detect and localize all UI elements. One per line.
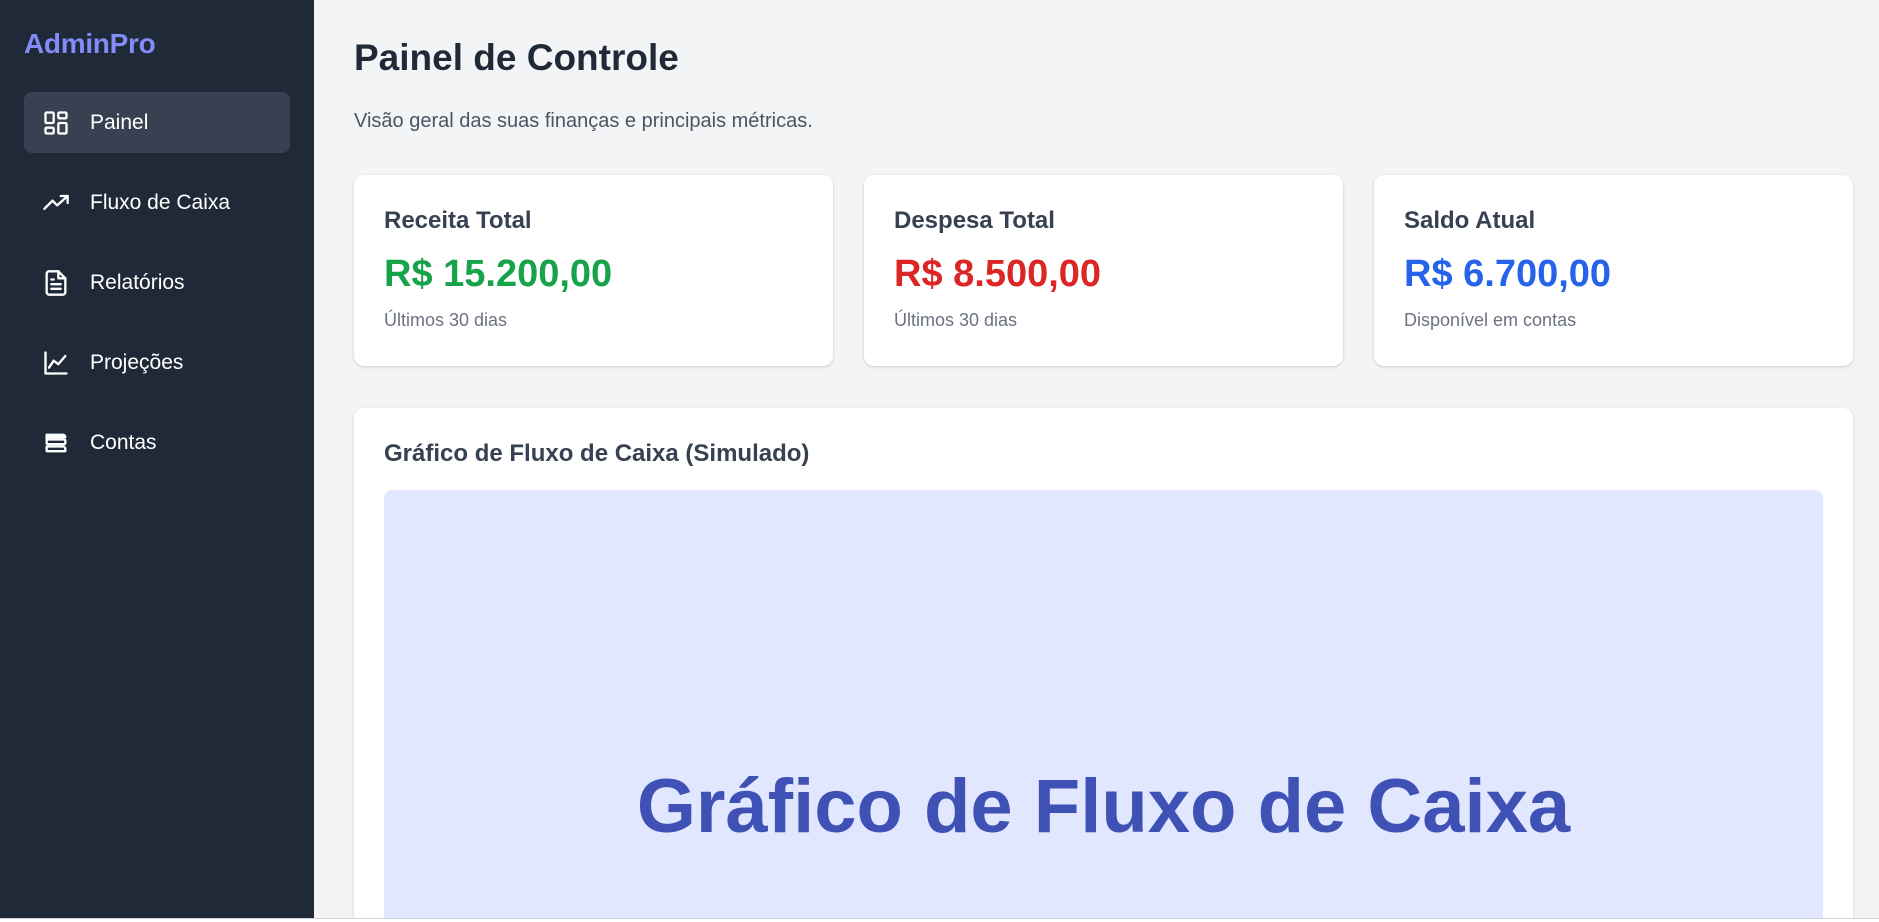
card-value: R$ 8.500,00	[894, 253, 1102, 295]
app-logo[interactable]: AdminPro	[24, 28, 290, 60]
card-note: Últimos 30 dias	[894, 310, 1018, 330]
metric-card-saldo: Saldo Atual R$ 6.700,00 Disponível em co…	[1374, 175, 1853, 366]
card-value: R$ 15.200,00	[384, 253, 613, 295]
trending-up-icon	[42, 189, 70, 217]
dashboard-icon	[42, 109, 70, 137]
main-content: Painel de Controle Visão geral das suas …	[314, 0, 1879, 918]
sidebar-item-label: Projeções	[90, 350, 184, 374]
card-title: Saldo Atual	[1404, 207, 1536, 234]
cash-flow-chart-panel: Gráfico de Fluxo de Caixa (Simulado) Grá…	[354, 408, 1853, 918]
sidebar-item-label: Fluxo de Caixa	[90, 190, 231, 214]
sidebar: AdminPro Painel Fluxo de Caixa Relatório…	[0, 0, 314, 918]
sidebar-item-label: Contas	[90, 430, 157, 454]
sidebar-item-painel[interactable]: Painel	[24, 92, 290, 153]
sidebar-item-projecoes[interactable]: Projeções	[24, 332, 290, 393]
page-subtitle: Visão geral das suas finanças e principa…	[354, 110, 813, 132]
document-icon	[42, 269, 70, 297]
stacked-accounts-icon	[42, 429, 70, 457]
sidebar-nav: Painel Fluxo de Caixa Relatórios Projeçõ…	[24, 92, 290, 473]
app-window: AdminPro Painel Fluxo de Caixa Relatório…	[0, 0, 1879, 919]
card-value: R$ 6.700,00	[1404, 253, 1612, 295]
metric-card-despesa: Despesa Total R$ 8.500,00 Últimos 30 dia…	[864, 175, 1343, 366]
sidebar-item-relatorios[interactable]: Relatórios	[24, 252, 290, 313]
sidebar-item-label: Painel	[90, 110, 149, 134]
card-note: Últimos 30 dias	[384, 310, 508, 330]
metric-card-receita: Receita Total R$ 15.200,00 Últimos 30 di…	[354, 175, 833, 366]
sidebar-item-fluxo-de-caixa[interactable]: Fluxo de Caixa	[24, 172, 290, 233]
chart-placeholder-text: Gráfico de Fluxo de Caixa	[636, 764, 1571, 849]
sidebar-item-label: Relatórios	[90, 270, 185, 294]
sidebar-item-contas[interactable]: Contas	[24, 412, 290, 473]
page-title: Painel de Controle	[354, 37, 679, 78]
chart-panel-title: Gráfico de Fluxo de Caixa (Simulado)	[384, 440, 810, 467]
chart-placeholder: Gráfico de Fluxo de Caixa	[384, 490, 1823, 918]
line-chart-icon	[42, 349, 70, 377]
card-note: Disponível em contas	[1404, 310, 1577, 330]
card-title: Despesa Total	[894, 207, 1055, 234]
card-title: Receita Total	[384, 207, 532, 234]
metric-cards: Receita Total R$ 15.200,00 Últimos 30 di…	[354, 175, 1853, 366]
